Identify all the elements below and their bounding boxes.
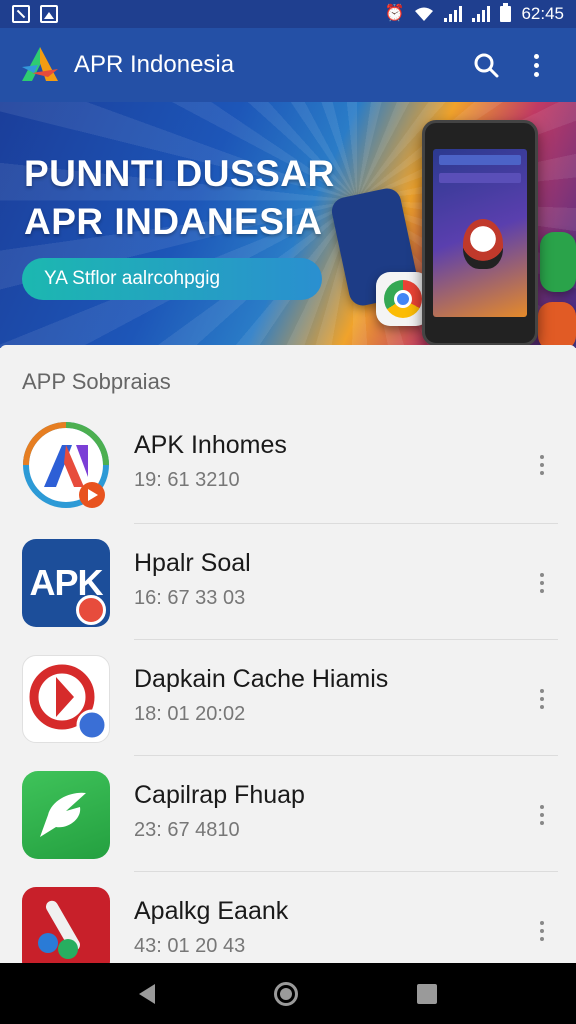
- divider: [134, 523, 558, 524]
- item-subtitle: 23: 67 4810: [134, 819, 240, 841]
- status-right: ⏰ 62:45: [384, 3, 564, 24]
- app-logo-icon: [18, 43, 62, 87]
- divider: [134, 871, 558, 872]
- promo-banner[interactable]: PUNNTI DUSSAR APR INDANESIA YA Stflor aa…: [0, 102, 576, 348]
- item-more-button[interactable]: [530, 797, 554, 833]
- signal-icon: [472, 6, 491, 22]
- item-title: Apalkg Eaank: [134, 897, 289, 925]
- status-time: 62:45: [521, 4, 564, 23]
- more-vert-icon: [533, 53, 539, 77]
- banner-app-tile: [538, 302, 576, 348]
- item-subtitle: 16: 67 33 03: [134, 587, 246, 609]
- list-item[interactable]: Capilrap Fhuap 23: 67 4810: [0, 757, 576, 873]
- list-item[interactable]: APK Hpalr Soal 16: 67 33 03: [0, 525, 576, 641]
- wifi-icon: [415, 7, 434, 21]
- red-tools-icon: [22, 887, 110, 963]
- app-bar: APR Indonesia: [0, 28, 576, 102]
- item-more-button[interactable]: [530, 913, 554, 949]
- list-item[interactable]: Apalkg Eaank 43: 01 20 43: [0, 873, 576, 963]
- item-title: Capilrap Fhuap: [134, 781, 305, 809]
- home-icon[interactable]: [273, 981, 298, 1006]
- banner-cta-button[interactable]: YA Stflor aalrcohpgig: [22, 258, 322, 300]
- item-title: APK Inhomes: [134, 431, 287, 459]
- banner-headline: PUNNTI DUSSAR APR INDANESIA: [24, 150, 335, 246]
- item-more-button[interactable]: [530, 565, 554, 601]
- green-chat-icon: [22, 771, 110, 859]
- banner-headline-line2: APR INDANESIA: [24, 201, 323, 242]
- divider: [134, 639, 558, 640]
- signal-icon: [444, 6, 463, 22]
- banner-app-tile: [540, 232, 576, 292]
- status-left: [12, 5, 58, 23]
- alarm-icon: ⏰: [384, 5, 405, 22]
- status-bar: ⏰ 62:45: [0, 0, 576, 28]
- item-subtitle: 43: 01 20 43: [134, 935, 246, 957]
- overflow-menu-button[interactable]: [514, 43, 558, 87]
- image-icon: [40, 5, 58, 23]
- battery-icon: [500, 3, 512, 22]
- list-item[interactable]: Dapkain Cache Hiamis 18: 01 20:02: [0, 641, 576, 757]
- app-list-sheet: APP Sobpraias APK Inhomes 19: 61 3210 AP…: [0, 345, 576, 963]
- item-title: Hpalr Soal: [134, 549, 251, 577]
- item-title: Dapkain Cache Hiamis: [134, 665, 389, 693]
- item-subtitle: 19: 61 3210: [134, 469, 240, 491]
- recents-icon[interactable]: [416, 983, 437, 1004]
- back-icon[interactable]: [139, 983, 156, 1004]
- search-icon: [474, 53, 499, 78]
- banner-headline-line1: PUNNTI DUSSAR: [24, 153, 335, 194]
- cache-cleaner-icon: [22, 655, 110, 743]
- section-title: APP Sobpraias: [22, 369, 171, 394]
- list-item[interactable]: APK Inhomes 19: 61 3210: [0, 407, 576, 523]
- apk-inhomes-icon: [22, 421, 110, 509]
- banner-phone-illustration: [422, 120, 538, 346]
- item-subtitle: 18: 01 20:02: [134, 703, 246, 725]
- divider: [134, 755, 558, 756]
- app-title: APR Indonesia: [74, 51, 235, 78]
- apk-blue-icon: APK: [22, 539, 110, 627]
- search-button[interactable]: [464, 43, 508, 87]
- item-more-button[interactable]: [530, 447, 554, 483]
- notification-n-icon: [12, 5, 30, 23]
- system-nav-bar: [0, 963, 576, 1024]
- item-more-button[interactable]: [530, 681, 554, 717]
